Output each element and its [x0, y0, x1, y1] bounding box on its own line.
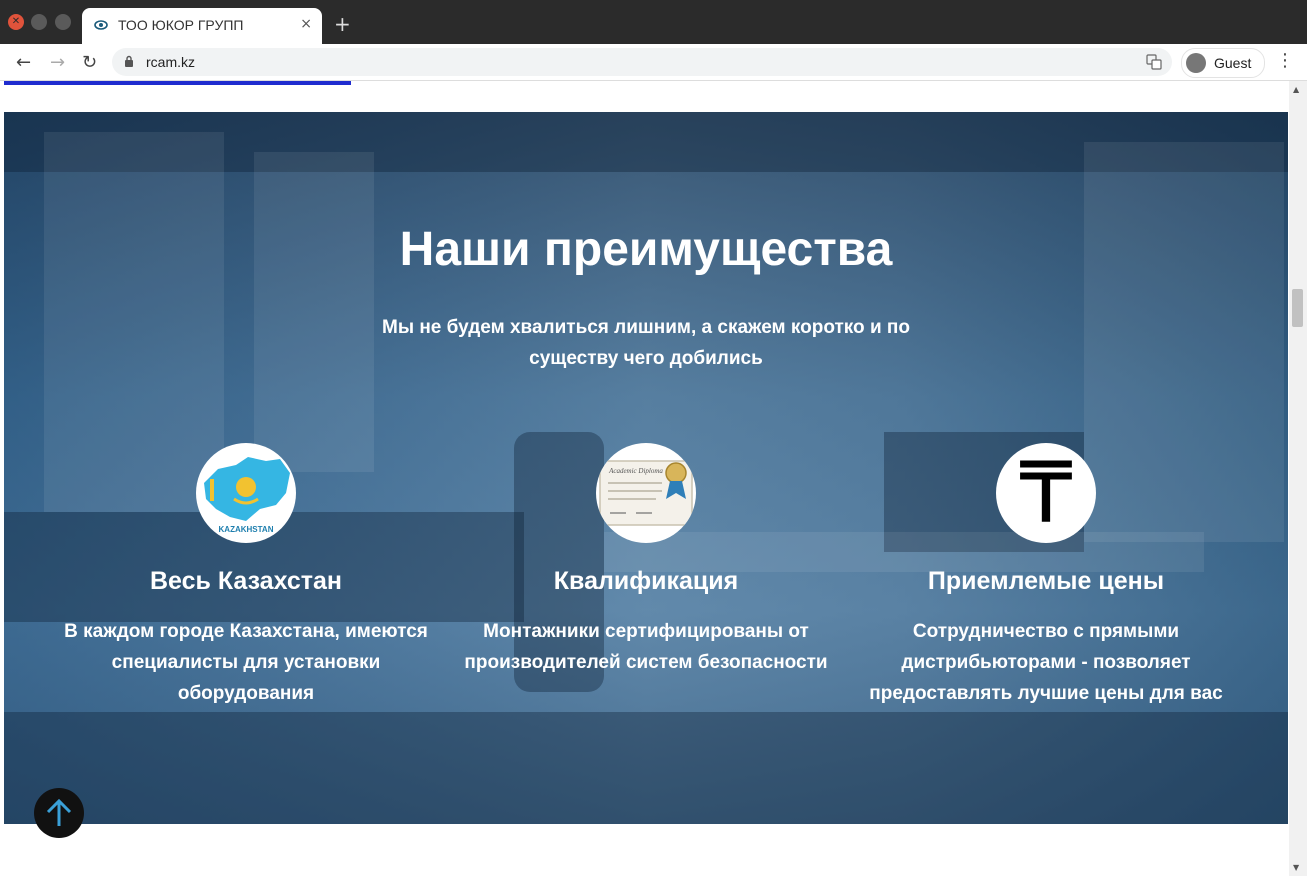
- back-button[interactable]: ←: [16, 52, 31, 73]
- forward-button[interactable]: →: [50, 52, 65, 73]
- address-bar[interactable]: rcam.kz: [112, 48, 1172, 76]
- feature-card: ₸ Приемлемые цены Сотрудничество с прямы…: [856, 443, 1236, 709]
- certificate-icon: Academic Diploma: [596, 443, 696, 543]
- reload-button[interactable]: ↻: [82, 52, 97, 73]
- close-icon: ✕: [11, 16, 21, 27]
- feature-card: KAZAKHSTAN Весь Казахстан В каждом город…: [56, 443, 436, 709]
- browser-menu-button[interactable]: ⋮: [1276, 50, 1294, 71]
- tab-close-button[interactable]: ×: [300, 16, 312, 32]
- profile-label: Guest: [1214, 55, 1252, 71]
- feature-title: Квалификация: [553, 567, 739, 595]
- certificate-graphic: [599, 460, 693, 526]
- avatar-icon: [1186, 53, 1206, 73]
- maximize-window-button[interactable]: [55, 14, 71, 30]
- lock-icon: [125, 55, 133, 67]
- minimize-window-button[interactable]: [31, 14, 47, 30]
- window-titlebar: ✕ ТОО ЮКОР ГРУПП × +: [0, 0, 1307, 44]
- page-viewport: Наши преимущества Мы не будем хвалиться …: [4, 81, 1288, 876]
- certificate-label: Academic Diploma: [609, 467, 663, 475]
- eye-icon: [94, 20, 108, 30]
- feature-text: В каждом городе Казахстана, имеются спец…: [64, 621, 428, 704]
- feature-text: Сотрудничество с прямыми дистрибьюторами…: [869, 621, 1223, 704]
- close-window-button[interactable]: ✕: [8, 14, 24, 30]
- kazakhstan-map-icon: KAZAKHSTAN: [196, 443, 296, 543]
- translate-icon[interactable]: [1146, 54, 1162, 70]
- arrow-up-icon: [46, 798, 72, 826]
- tab-title: ТОО ЮКОР ГРУПП: [118, 17, 244, 33]
- window-panel: [254, 152, 374, 472]
- advantages-section: Наши преимущества Мы не будем хвалиться …: [4, 112, 1288, 824]
- scroll-down-icon[interactable]: ▼: [1293, 863, 1299, 872]
- browser-toolbar: ← → ↻ rcam.kz Guest ⋮: [0, 44, 1307, 81]
- kazakhstan-label: KAZAKHSTAN: [218, 525, 274, 534]
- feature-card: Academic Diploma Квалификация Монтажники…: [456, 443, 836, 678]
- scroll-up-icon[interactable]: ▲: [1293, 85, 1299, 94]
- browser-tab[interactable]: ТОО ЮКОР ГРУПП ×: [82, 8, 322, 44]
- section-subtitle: Мы не будем хвалиться лишним, а скажем к…: [382, 317, 910, 369]
- new-tab-button[interactable]: +: [334, 12, 351, 36]
- section-title: Наши преимущества: [399, 223, 893, 276]
- profile-button[interactable]: Guest: [1181, 48, 1265, 78]
- page-scrollbar[interactable]: ▲ ▼: [1289, 81, 1307, 876]
- reading-progress-bar: [4, 81, 351, 85]
- tenge-icon: ₸: [996, 443, 1096, 543]
- scrollbar-thumb[interactable]: [1292, 289, 1303, 327]
- floor-shade: [4, 712, 1288, 824]
- feature-title: Весь Казахстан: [149, 567, 343, 595]
- feature-title: Приемлемые цены: [927, 567, 1165, 595]
- scroll-to-top-button[interactable]: [34, 788, 84, 838]
- url-text: rcam.kz: [146, 54, 195, 70]
- tenge-symbol: ₸: [1019, 444, 1073, 542]
- feature-text: Монтажники сертифицированы от производит…: [464, 621, 828, 673]
